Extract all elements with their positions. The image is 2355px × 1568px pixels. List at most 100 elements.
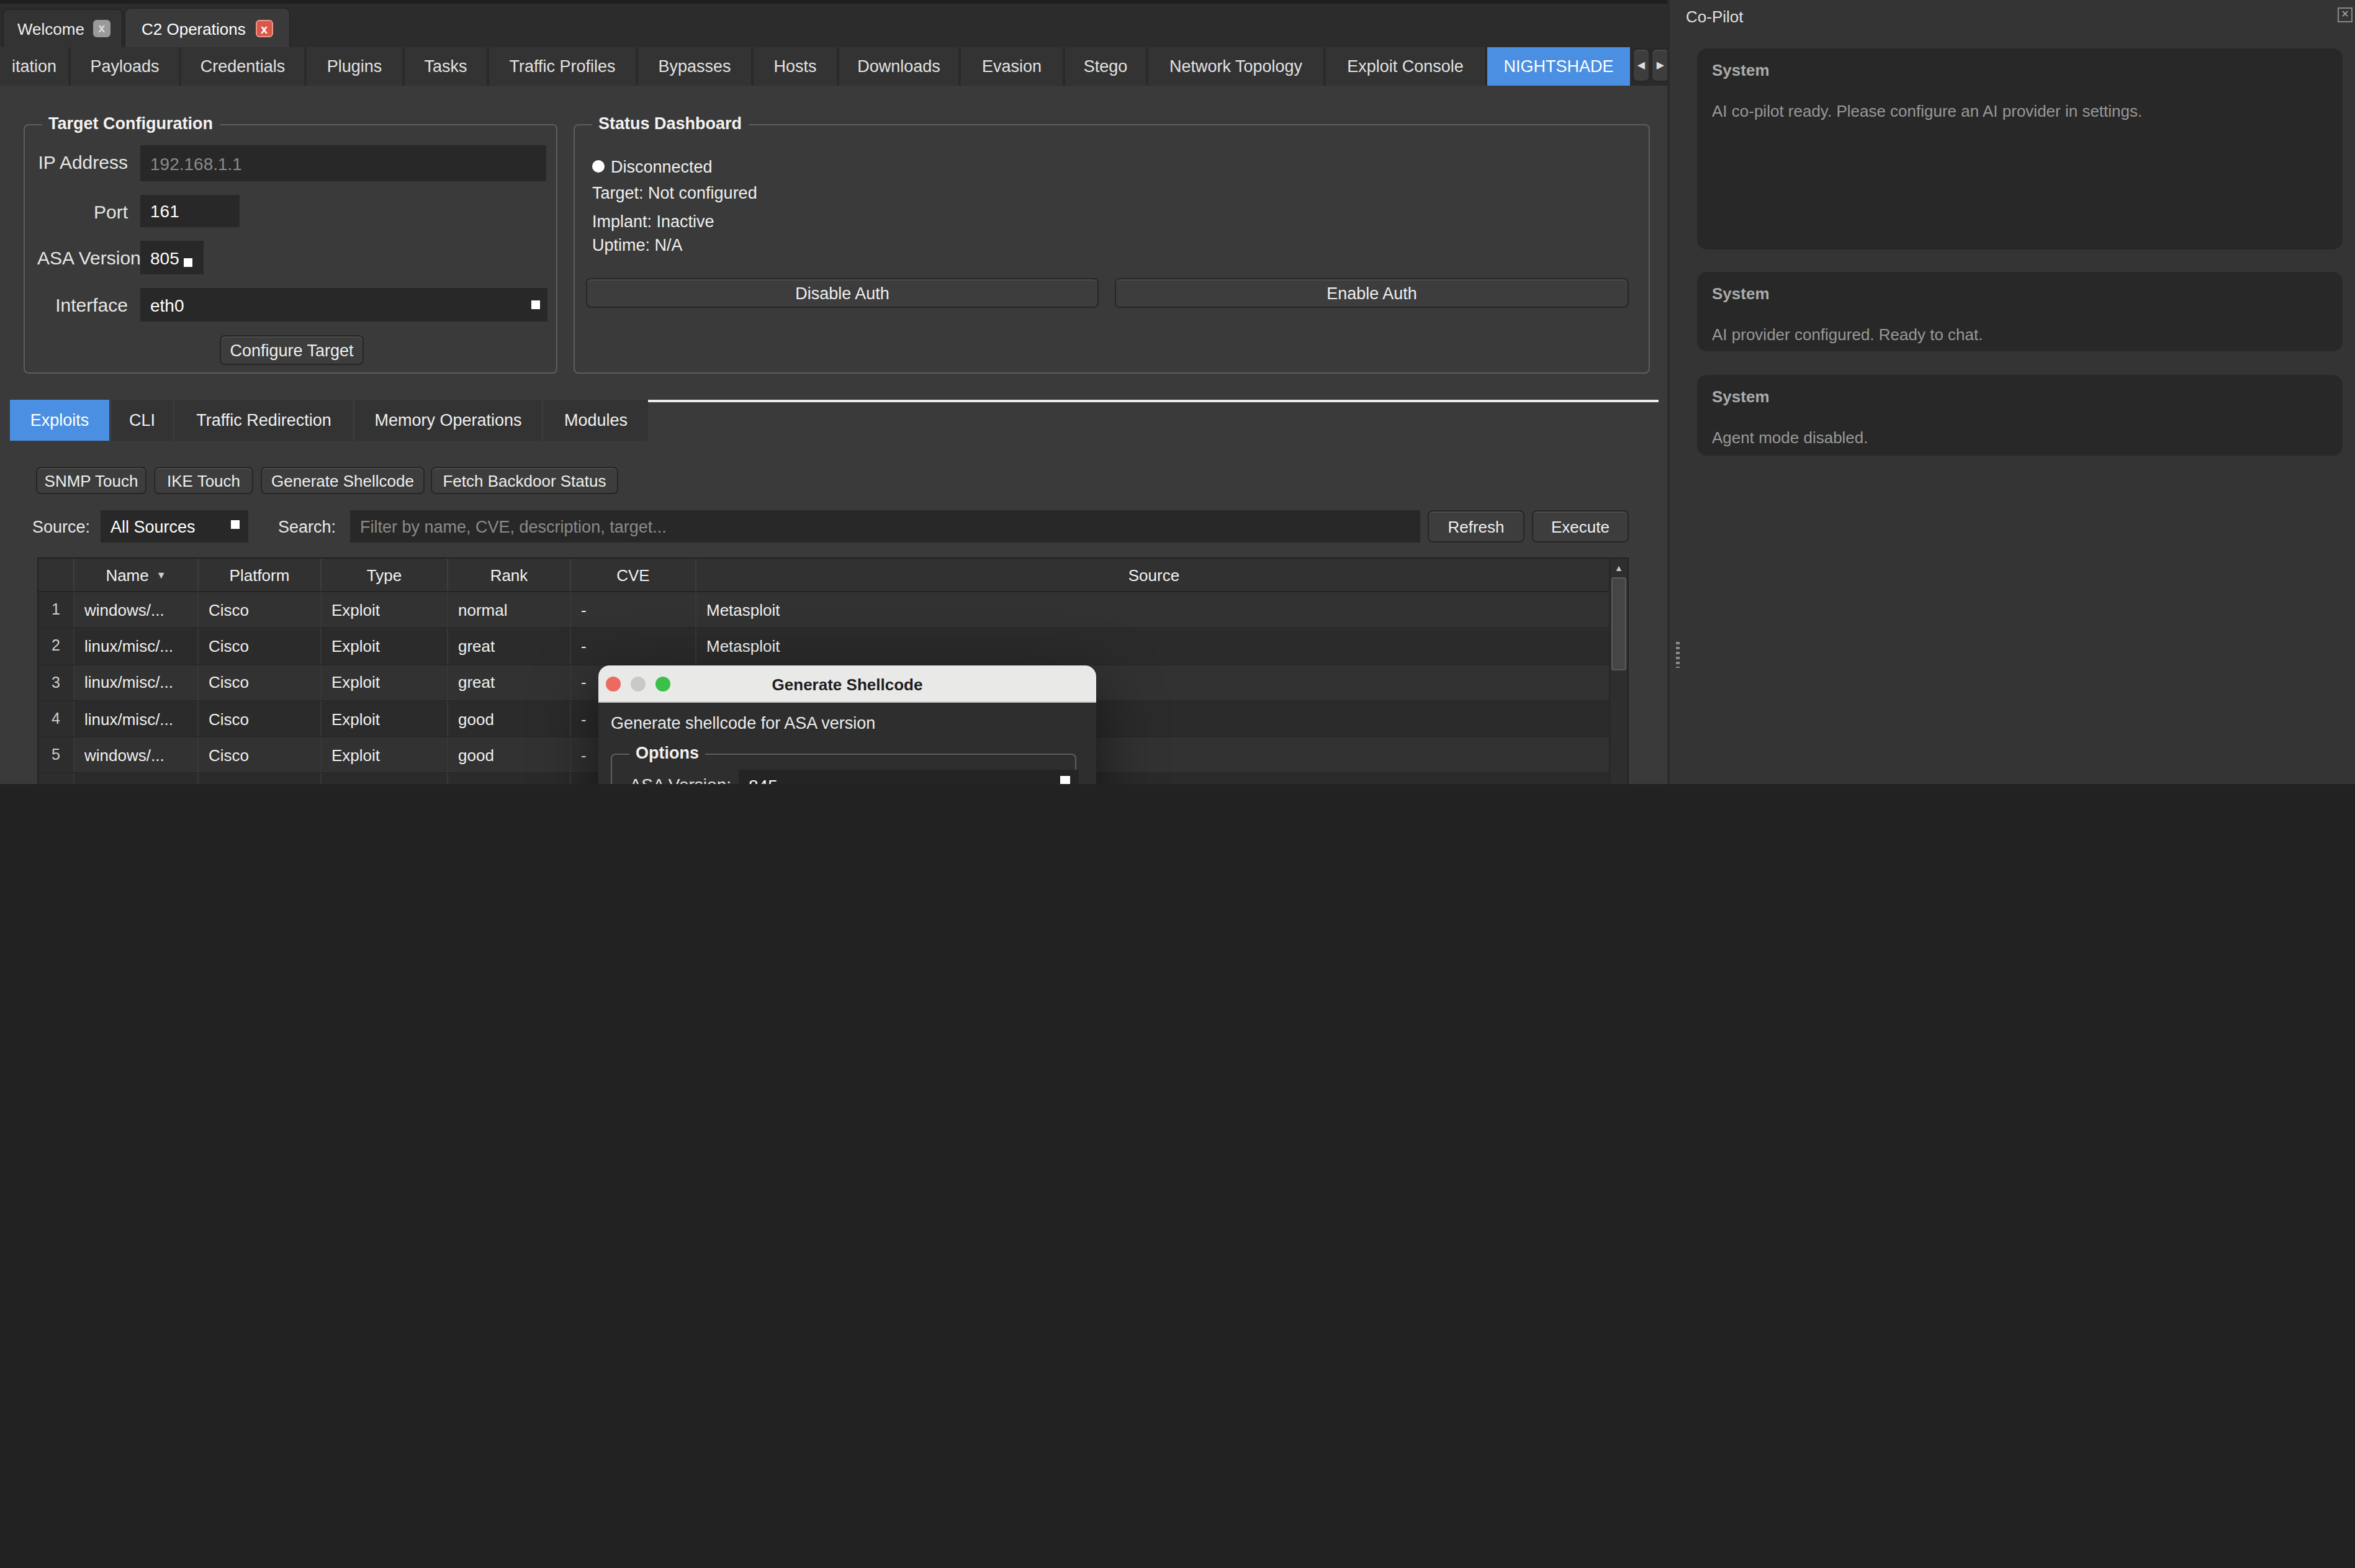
op-tab-traffic-redirection[interactable]: Traffic Redirection bbox=[175, 400, 353, 441]
col-type[interactable]: Type bbox=[322, 559, 448, 591]
col-source[interactable]: Source bbox=[696, 559, 1611, 591]
message-text: AI co-pilot ready. Please configure an A… bbox=[1712, 102, 2328, 120]
dialog-zoom-icon[interactable] bbox=[655, 677, 670, 692]
connection-status: Disconnected bbox=[611, 158, 713, 176]
table-scrollbar-thumb[interactable] bbox=[1611, 577, 1626, 670]
refresh-button[interactable]: Refresh bbox=[1428, 510, 1524, 543]
table-row[interactable]: 2linux/misc/...CiscoExploitgreat-Metaspl… bbox=[38, 629, 1628, 665]
table-scrollbar[interactable]: ▲ ▼ bbox=[1609, 559, 1628, 784]
col-rownum bbox=[38, 559, 74, 591]
module-tab-nightshade[interactable]: NIGHTSHADE bbox=[1487, 47, 1630, 86]
source-dropdown-icon bbox=[231, 520, 240, 529]
generate-shellcode-dialog: Generate Shellcode Generate shellcode fo… bbox=[598, 665, 1096, 784]
copilot-panel: Co-Pilot ✕ System AI co-pilot ready. Ple… bbox=[1667, 0, 2355, 784]
module-tab-exploitation[interactable]: itation bbox=[0, 47, 68, 86]
module-tab-downloads[interactable]: Downloads bbox=[839, 47, 958, 86]
dialog-options-group: Options ASA Version: 845 Output Path: ./… bbox=[611, 754, 1076, 784]
module-tab-stego[interactable]: Stego bbox=[1065, 47, 1146, 86]
search-label: Search: bbox=[278, 518, 336, 536]
snmp-touch-button[interactable]: SNMP Touch bbox=[36, 467, 146, 494]
asa-version-label: ASA Version bbox=[37, 247, 128, 268]
tab-c2-operations-close-icon[interactable]: x bbox=[256, 20, 273, 37]
col-cve[interactable]: CVE bbox=[571, 559, 696, 591]
dialog-asa-version-dropdown[interactable]: 845 bbox=[739, 770, 1079, 784]
tab-c2-operations-label: C2 Operations bbox=[142, 19, 246, 38]
source-label: Source: bbox=[32, 518, 90, 536]
interface-label: Interface bbox=[37, 294, 128, 315]
search-input[interactable] bbox=[350, 510, 1420, 543]
disable-auth-button[interactable]: Disable Auth bbox=[586, 278, 1099, 308]
status-dashboard-group: Status Dashboard Disconnected Target: No… bbox=[574, 124, 1650, 374]
target-status: Target: Not configured bbox=[592, 184, 757, 202]
configure-target-button[interactable]: Configure Target bbox=[220, 335, 364, 365]
sort-desc-icon: ▼ bbox=[156, 569, 166, 580]
message-role: System bbox=[1712, 61, 2343, 79]
app-window: Welcome x C2 Operations x itation Payloa… bbox=[0, 0, 2355, 784]
module-tab-plugins[interactable]: Plugins bbox=[307, 47, 402, 86]
tab-scroll-left-button[interactable]: ◀ bbox=[1632, 48, 1650, 82]
module-tab-bar: itation Payloads Credentials Plugins Tas… bbox=[0, 47, 1667, 86]
port-label: Port bbox=[37, 201, 128, 222]
module-tab-network-topology[interactable]: Network Topology bbox=[1148, 47, 1323, 86]
copilot-message: System AI provider configured. Ready to … bbox=[1697, 272, 2343, 351]
tab-welcome-label: Welcome bbox=[17, 19, 84, 38]
col-platform[interactable]: Platform bbox=[199, 559, 322, 591]
asa-version-dropdown-icon bbox=[184, 258, 192, 267]
module-tab-traffic-profiles[interactable]: Traffic Profiles bbox=[489, 47, 636, 86]
dialog-minimize-icon[interactable] bbox=[631, 677, 646, 692]
dialog-titlebar[interactable]: Generate Shellcode bbox=[598, 665, 1096, 703]
op-tab-modules[interactable]: Modules bbox=[544, 400, 648, 441]
module-tab-hosts[interactable]: Hosts bbox=[754, 47, 837, 86]
op-tab-cli[interactable]: CLI bbox=[112, 400, 173, 441]
tab-welcome-close-icon[interactable]: x bbox=[93, 20, 110, 37]
module-tab-tasks[interactable]: Tasks bbox=[405, 47, 487, 86]
message-role: System bbox=[1712, 387, 2343, 406]
window-tab-bar: Welcome x C2 Operations x bbox=[0, 0, 1667, 47]
module-tab-bypasses[interactable]: Bypasses bbox=[638, 47, 751, 86]
module-tab-credentials[interactable]: Credentials bbox=[181, 47, 304, 86]
dialog-title: Generate Shellcode bbox=[598, 665, 1096, 703]
generate-shellcode-button[interactable]: Generate Shellcode bbox=[261, 467, 425, 494]
dialog-close-icon[interactable] bbox=[606, 677, 621, 692]
scroll-up-icon[interactable]: ▲ bbox=[1610, 559, 1628, 576]
source-dropdown[interactable]: All Sources bbox=[101, 510, 248, 543]
execute-button[interactable]: Execute bbox=[1532, 510, 1629, 543]
copilot-message: System AI co-pilot ready. Please configu… bbox=[1697, 48, 2343, 250]
interface-dropdown[interactable]: eth0 bbox=[140, 288, 547, 322]
connection-status-dot bbox=[592, 160, 605, 173]
ike-touch-button[interactable]: IKE Touch bbox=[154, 467, 253, 494]
status-dashboard-title: Status Dashboard bbox=[592, 114, 748, 133]
message-text: Agent mode disabled. bbox=[1712, 428, 2328, 447]
ip-address-label: IP Address bbox=[37, 151, 128, 173]
table-row[interactable]: 1windows/...CiscoExploitnormal-Metasploi… bbox=[38, 592, 1628, 629]
dialog-body: Generate shellcode for ASA version Optio… bbox=[598, 703, 1096, 784]
fetch-backdoor-status-button[interactable]: Fetch Backdoor Status bbox=[431, 467, 618, 494]
col-name[interactable]: Name▼ bbox=[74, 559, 199, 591]
port-field[interactable]: 161 bbox=[140, 195, 240, 227]
ip-address-field[interactable] bbox=[140, 145, 546, 181]
module-tab-exploit-console[interactable]: Exploit Console bbox=[1326, 47, 1485, 86]
exploits-table-header: Name▼ Platform Type Rank CVE Source bbox=[38, 559, 1628, 592]
asa-version-dropdown[interactable]: 805 bbox=[140, 241, 204, 274]
tab-welcome[interactable]: Welcome x bbox=[2, 9, 123, 47]
tab-pane-line bbox=[648, 400, 1659, 402]
op-tab-exploits[interactable]: Exploits bbox=[10, 400, 109, 441]
uptime-status: Uptime: N/A bbox=[592, 236, 683, 255]
copilot-splitter-handle[interactable] bbox=[1676, 642, 1680, 668]
module-tab-payloads[interactable]: Payloads bbox=[71, 47, 179, 86]
implant-status: Implant: Inactive bbox=[592, 212, 714, 231]
col-rank[interactable]: Rank bbox=[448, 559, 571, 591]
module-tab-evasion[interactable]: Evasion bbox=[961, 47, 1063, 86]
message-text: AI provider configured. Ready to chat. bbox=[1712, 325, 2328, 344]
tab-c2-operations[interactable]: C2 Operations x bbox=[124, 7, 290, 48]
dialog-message: Generate shellcode for ASA version bbox=[611, 714, 875, 732]
op-tab-memory-operations[interactable]: Memory Operations bbox=[355, 400, 541, 441]
enable-auth-button[interactable]: Enable Auth bbox=[1115, 278, 1629, 308]
interface-dropdown-icon bbox=[531, 300, 540, 309]
copilot-title: Co-Pilot bbox=[1686, 7, 1744, 26]
target-configuration-group: Target Configuration IP Address Port 161… bbox=[24, 124, 557, 374]
copilot-close-icon[interactable]: ✕ bbox=[2338, 7, 2353, 22]
copilot-message: System Agent mode disabled. bbox=[1697, 375, 2343, 456]
dialog-asa-dropdown-icon bbox=[1060, 776, 1070, 784]
message-role: System bbox=[1712, 284, 2343, 303]
